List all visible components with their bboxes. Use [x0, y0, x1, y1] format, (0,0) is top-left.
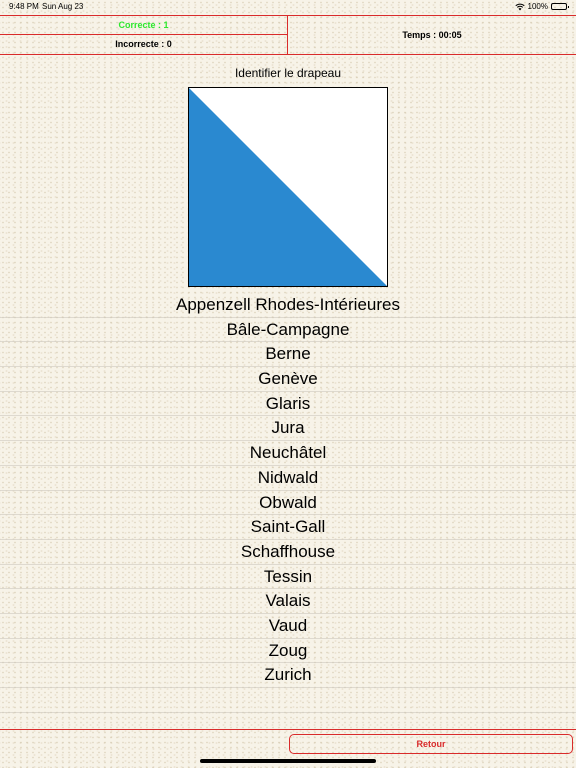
- score-left: Correcte : 1 Incorrecte : 0: [0, 16, 288, 54]
- answer-option[interactable]: Appenzell Rhodes-Intérieures: [0, 293, 576, 318]
- footer-divider: [0, 729, 576, 730]
- answer-list: Appenzell Rhodes-Intérieures Bâle-Campag…: [0, 293, 576, 713]
- answer-option[interactable]: Nidwald: [0, 466, 576, 491]
- status-bar: 9:48 PM Sun Aug 23 100%: [0, 0, 576, 14]
- answer-option[interactable]: Bâle-Campagne: [0, 318, 576, 343]
- answer-option[interactable]: Obwald: [0, 491, 576, 516]
- answer-option[interactable]: Zurich: [0, 663, 576, 688]
- back-button[interactable]: Retour: [289, 734, 573, 754]
- answer-option[interactable]: Schaffhouse: [0, 540, 576, 565]
- answer-option[interactable]: Saint-Gall: [0, 515, 576, 540]
- wifi-icon: [514, 3, 525, 10]
- answer-option[interactable]: Vaud: [0, 614, 576, 639]
- question-prompt: Identifier le drapeau: [234, 66, 342, 80]
- battery-percent: 100%: [527, 2, 548, 11]
- home-indicator[interactable]: [200, 759, 376, 763]
- battery-icon: [551, 3, 569, 10]
- score-panel: Correcte : 1 Incorrecte : 0 Temps : 00:0…: [0, 15, 576, 55]
- answer-option[interactable]: Valais: [0, 589, 576, 614]
- empty-row: [0, 688, 576, 713]
- correct-count: Correcte : 1: [0, 16, 287, 35]
- zurich-flag-icon: [188, 87, 388, 287]
- incorrect-count: Incorrecte : 0: [115, 39, 172, 49]
- status-right: 100%: [514, 2, 569, 11]
- answer-option[interactable]: Neuchâtel: [0, 441, 576, 466]
- status-date: Sun Aug 23: [42, 2, 84, 11]
- answer-option[interactable]: Tessin: [0, 565, 576, 590]
- answer-option[interactable]: Glaris: [0, 392, 576, 417]
- answer-option[interactable]: Berne: [0, 342, 576, 368]
- answer-option[interactable]: Jura: [0, 416, 576, 442]
- answer-option[interactable]: Genève: [0, 367, 576, 392]
- status-time: 9:48 PM: [9, 2, 39, 11]
- answer-option[interactable]: Zoug: [0, 639, 576, 664]
- timer: Temps : 00:05: [402, 30, 462, 40]
